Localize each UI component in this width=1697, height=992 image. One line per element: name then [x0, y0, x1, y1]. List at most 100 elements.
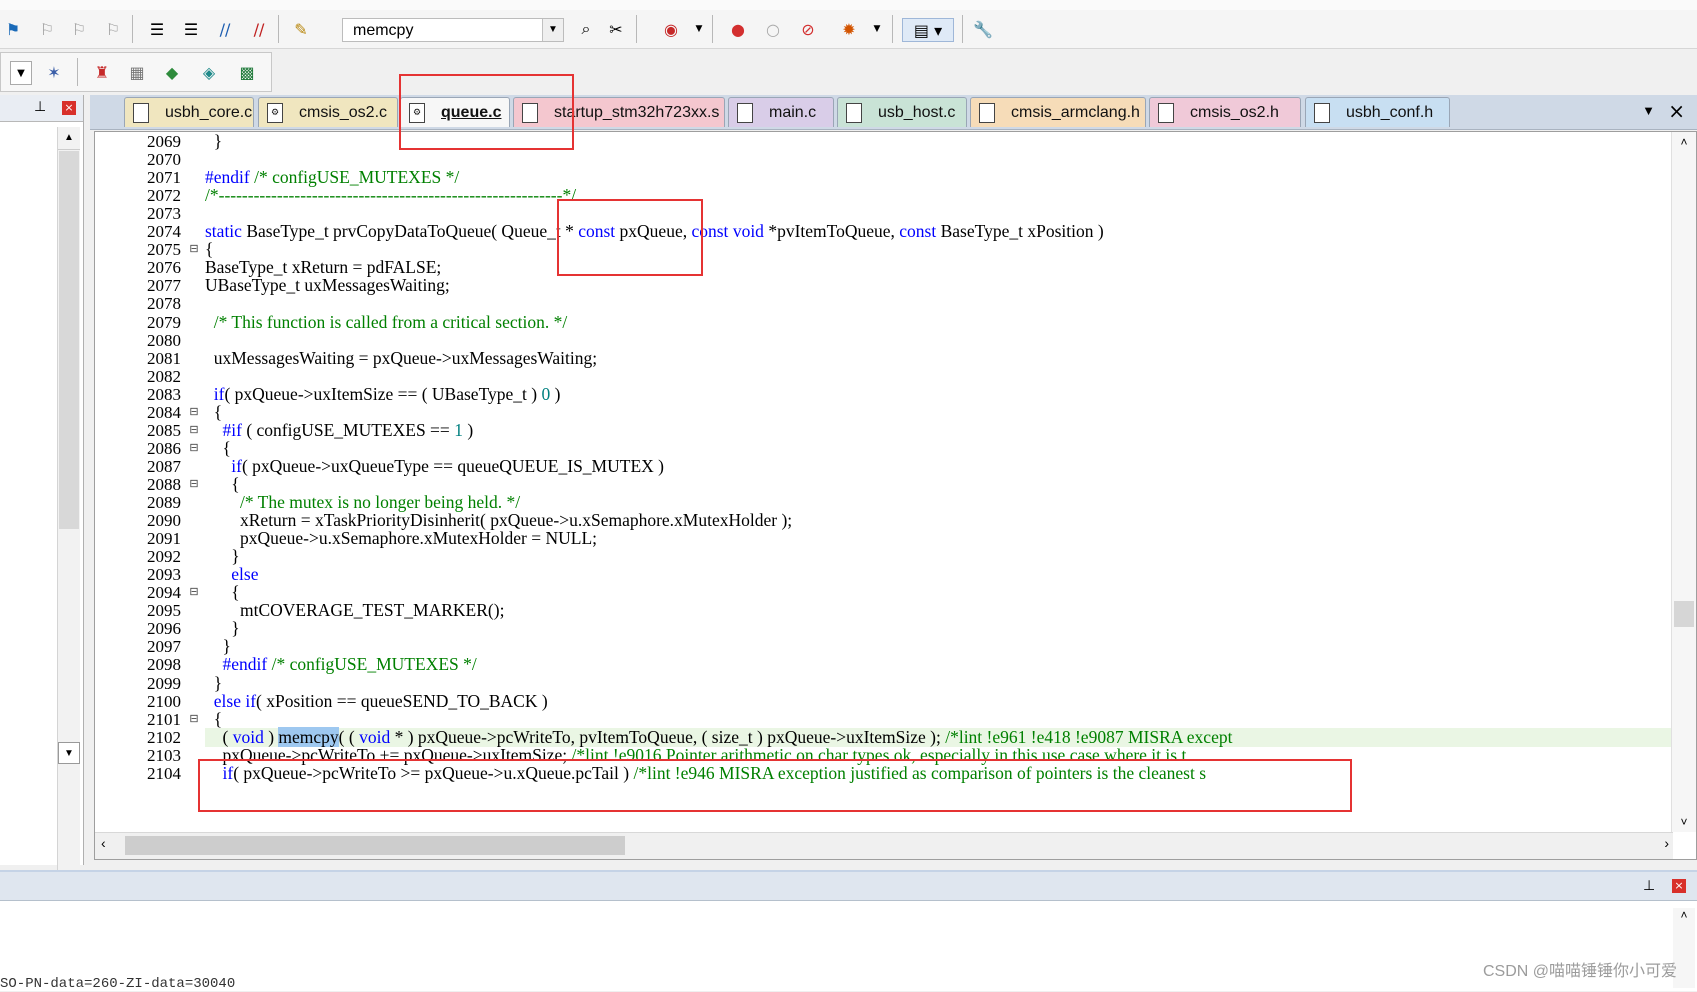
- line-number: 2074: [147, 222, 181, 242]
- close-icon-2[interactable]: ×: [1672, 879, 1686, 893]
- tab-label: usb_host.c: [878, 103, 956, 121]
- code-line[interactable]: /* This function is called from a critic…: [205, 312, 567, 333]
- vertical-scrollbar[interactable]: ˄ ˅: [1671, 132, 1696, 832]
- fold-toggle-icon[interactable]: ⊟: [188, 424, 200, 437]
- tab-label: usbh_core.c: [165, 103, 253, 121]
- tab-usb-host-c[interactable]: usb_host.c: [837, 97, 967, 127]
- target-select-icon[interactable]: ▼: [10, 61, 32, 85]
- fold-toggle-icon[interactable]: ⊟: [188, 442, 200, 455]
- tab-cmsis-armclang-h[interactable]: cmsis_armclang.h: [970, 97, 1146, 127]
- line-number: 2078: [147, 294, 181, 314]
- line-number: 2089: [147, 493, 181, 512]
- line-number: 2090: [147, 511, 181, 531]
- tab-main-c[interactable]: main.c: [728, 97, 834, 127]
- code-line[interactable]: mtCOVERAGE_TEST_MARKER();: [205, 601, 504, 621]
- dropdown-arrow-icon[interactable]: ▼: [688, 18, 710, 40]
- chevron-down-icon[interactable]: ▼: [542, 19, 563, 41]
- find-icon[interactable]: ⌕: [575, 18, 597, 40]
- code-line[interactable]: /*--------------------------------------…: [205, 185, 576, 206]
- disable-breakpoint-icon[interactable]: ○: [762, 18, 784, 40]
- breakpoint-icon[interactable]: ●: [727, 18, 749, 40]
- clear-bookmarks-icon[interactable]: ⚐: [102, 18, 124, 40]
- find-match-highlight: memcpy: [278, 726, 339, 747]
- dropdown-arrow-icon-2[interactable]: ▼: [866, 18, 888, 40]
- file-icon: [1314, 102, 1330, 123]
- annotation-box-memcpy: [198, 759, 1352, 812]
- pack-installer-icon[interactable]: ◆: [161, 61, 183, 83]
- line-number: 2096: [147, 619, 181, 639]
- code-editor[interactable]: 2069 2070 2071 2072 2073 2074 2075 ⊟ 2076 2077 207…: [94, 131, 1697, 860]
- target-options-icon[interactable]: ✶: [43, 61, 65, 83]
- fold-toggle-icon[interactable]: ⊟: [188, 478, 200, 491]
- code-line[interactable]: pxQueue->u.xSemaphore.xMutexHolder = NUL…: [205, 529, 597, 549]
- code-line[interactable]: else if( xPosition == queueSEND_TO_BACK …: [205, 691, 548, 712]
- bookmark-flag-icon[interactable]: ⚑: [2, 18, 24, 40]
- select-packs-icon[interactable]: ◈: [198, 61, 220, 83]
- tab-cmsis-os2-h[interactable]: cmsis_os2.h: [1149, 97, 1301, 127]
- scroll-thumb[interactable]: [59, 151, 79, 529]
- tab-cmsis-os2-c[interactable]: ⚙ cmsis_os2.c: [258, 97, 398, 127]
- tab-usbh-conf-h[interactable]: usbh_conf.h: [1305, 97, 1450, 127]
- code-line[interactable]: UBaseType_t uxMessagesWaiting;: [205, 276, 450, 296]
- comment-icon[interactable]: //: [214, 18, 236, 40]
- line-number: 2083: [147, 384, 181, 404]
- line-number: 2104: [147, 763, 181, 783]
- scroll-up-icon[interactable]: ▲: [58, 127, 80, 150]
- window-layout-icon[interactable]: ▤ ▾: [902, 18, 954, 42]
- vertical-scroll-thumb[interactable]: [1674, 601, 1694, 627]
- horizontal-scroll-thumb[interactable]: [125, 836, 625, 855]
- file-icon: [846, 102, 862, 123]
- code-line[interactable]: uxMessagesWaiting = pxQueue->uxMessagesW…: [205, 348, 597, 369]
- file-extensions-icon[interactable]: ▦: [126, 61, 148, 83]
- code-line[interactable]: if( pxQueue->uxQueueType == queueQUEUE_I…: [205, 456, 664, 477]
- kill-breakpoints-icon[interactable]: ⊘: [797, 18, 819, 40]
- horizontal-scrollbar[interactable]: ‹ ›: [95, 832, 1673, 859]
- code-line[interactable]: }: [205, 131, 222, 152]
- build-toolbar: ▼ ✶ ♜ ▦ ◆ ◈ ▩: [0, 52, 272, 92]
- line-number: 2070: [147, 150, 181, 170]
- tab-label: main.c: [769, 103, 817, 121]
- file-icon: [737, 102, 753, 123]
- tab-usbh-core-c[interactable]: usbh_core.c: [124, 97, 254, 127]
- line-number: 2087: [147, 456, 181, 476]
- code-line[interactable]: #if ( configUSE_MUTEXES == 1 ): [205, 420, 474, 441]
- scroll-left-icon[interactable]: ‹: [101, 835, 106, 851]
- fold-toggle-icon[interactable]: ⊟: [188, 713, 200, 726]
- prev-bookmark-icon[interactable]: ⚐: [36, 18, 58, 40]
- fold-toggle-icon[interactable]: ⊟: [188, 406, 200, 419]
- fold-toggle-icon[interactable]: ⊟: [188, 587, 200, 599]
- scroll-down-icon[interactable]: ▼: [58, 742, 80, 764]
- code-line[interactable]: #endif /* configUSE_MUTEXES */: [205, 655, 477, 675]
- scroll-down-icon[interactable]: ˅: [1672, 812, 1696, 832]
- run-time-env-icon[interactable]: ▩: [236, 61, 258, 83]
- fold-toggle-icon[interactable]: ⊟: [188, 244, 200, 256]
- manage-components-icon[interactable]: ♜: [91, 61, 113, 83]
- scroll-right-icon[interactable]: ›: [1664, 835, 1669, 851]
- configure-icon[interactable]: ✹: [838, 18, 860, 40]
- close-tab-icon[interactable]: ×: [1668, 99, 1685, 123]
- incremental-find-icon[interactable]: ✂: [605, 18, 627, 40]
- line-number: 2073: [147, 204, 181, 224]
- c-file-icon: ⚙: [267, 102, 283, 123]
- code-line[interactable]: if( pxQueue->uxItemSize == ( UBaseType_t…: [205, 384, 561, 405]
- scroll-up-icon[interactable]: ˄: [1672, 132, 1696, 152]
- find-combo[interactable]: memcpy ▼: [342, 18, 564, 42]
- project-scrollbar[interactable]: ▲ ▼: [57, 127, 80, 922]
- scroll-up-icon-2[interactable]: ˄: [1673, 908, 1695, 922]
- next-bookmark-icon[interactable]: ⚐: [68, 18, 90, 40]
- line-number: 2071: [147, 168, 181, 188]
- unindent-icon[interactable]: ☰: [180, 18, 202, 40]
- uncomment-icon[interactable]: //: [248, 18, 270, 40]
- find-in-files-icon[interactable]: ✎: [290, 18, 312, 40]
- indent-icon[interactable]: ☰: [146, 18, 168, 40]
- wrench-icon[interactable]: 🔧: [972, 18, 994, 40]
- tab-list-chevron-down-icon[interactable]: ▼: [1642, 103, 1655, 118]
- pin-icon-2[interactable]: ⊥: [1643, 878, 1655, 894]
- close-icon[interactable]: ×: [62, 101, 76, 115]
- pin-icon[interactable]: ⊥: [34, 99, 46, 115]
- debug-session-icon[interactable]: ◉: [660, 18, 682, 40]
- line-number: 2093: [147, 565, 181, 585]
- line-number: 2079: [147, 312, 181, 332]
- line-number: 2088: [147, 474, 181, 494]
- line-number: 2081: [147, 348, 181, 368]
